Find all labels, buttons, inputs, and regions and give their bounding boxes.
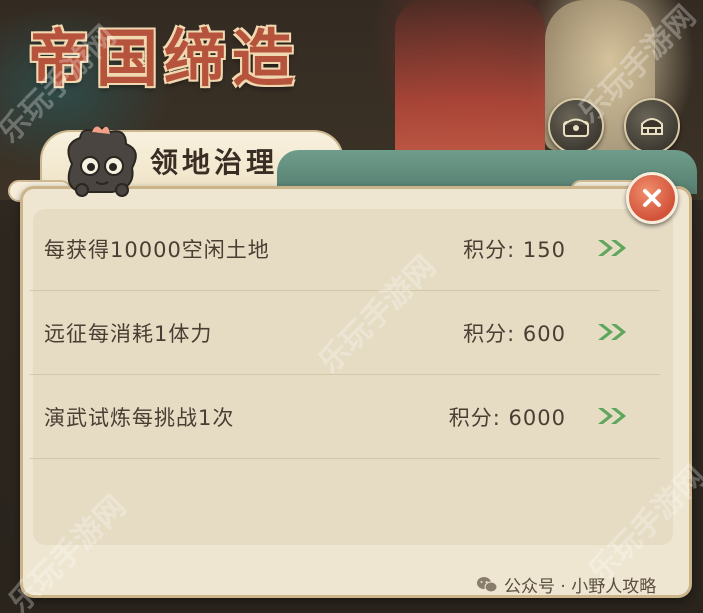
ranking-podium-icon bbox=[624, 98, 680, 154]
game-screen: 帝国缔造 奖励 排行 领地治理 bbox=[0, 0, 703, 613]
task-score: 积分: 150 bbox=[463, 238, 566, 262]
task-row: 演武试炼每挑战1次 积分: 6000 bbox=[30, 374, 660, 459]
task-description: 每获得10000空闲土地 bbox=[44, 238, 270, 262]
task-score: 积分: 600 bbox=[463, 322, 566, 346]
goto-arrow-icon[interactable] bbox=[596, 238, 630, 258]
footer-text: 公众号 · 小野人攻略 bbox=[504, 577, 657, 597]
dragon-mascot-icon bbox=[67, 126, 137, 197]
goto-arrow-icon[interactable] bbox=[596, 406, 630, 426]
task-description: 演武试炼每挑战1次 bbox=[44, 406, 235, 430]
task-score: 积分: 6000 bbox=[448, 406, 566, 430]
character-figure bbox=[395, 0, 545, 170]
task-row: 每获得10000空闲土地 积分: 150 bbox=[30, 206, 660, 291]
goto-arrow-icon[interactable] bbox=[596, 322, 630, 342]
panel-title: 领地治理 bbox=[150, 146, 279, 179]
task-description: 远征每消耗1体力 bbox=[44, 322, 213, 346]
wechat-icon bbox=[477, 576, 498, 592]
footer-watermark: 公众号 · 小野人攻略 bbox=[476, 572, 656, 597]
